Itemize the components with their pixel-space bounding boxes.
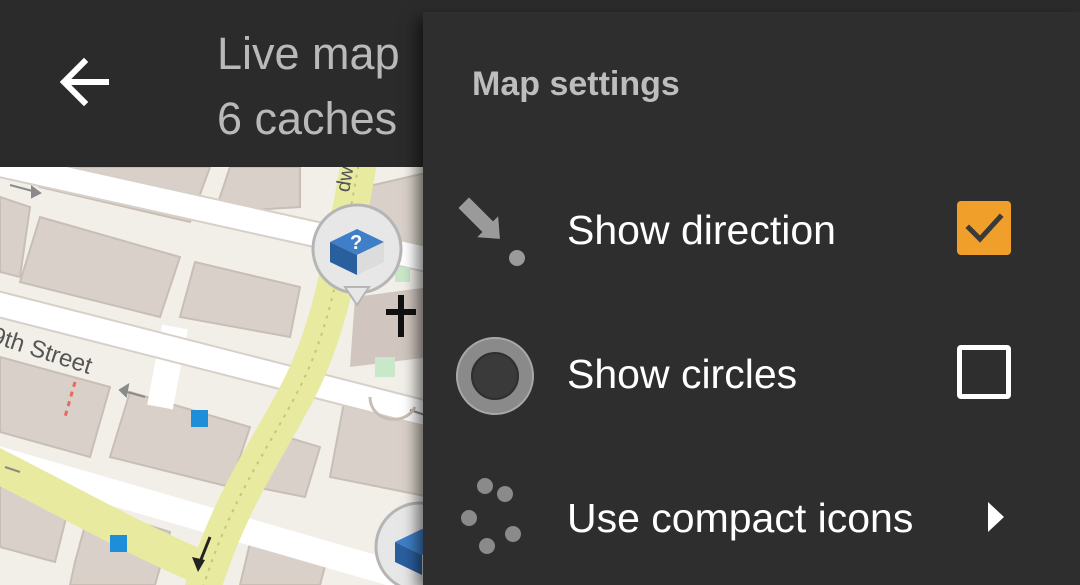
menu-item-label: Show direction	[567, 206, 836, 253]
menu-item-label: Show circles	[567, 350, 798, 397]
menu-item-show-direction[interactable]: Show direction	[423, 165, 1080, 295]
title-block: Live map 6 caches	[217, 26, 400, 150]
compact-dots-icon	[461, 478, 521, 554]
direction-icon	[455, 194, 527, 268]
map-canvas[interactable]: dw 9th Street ?	[0, 167, 430, 585]
show-direction-checkbox[interactable]	[957, 201, 1011, 255]
menu-title: Map settings	[472, 65, 680, 103]
chevron-right-icon	[988, 502, 1004, 532]
back-button[interactable]	[44, 42, 124, 122]
menu-item-show-circles[interactable]: Show circles	[423, 309, 1080, 439]
page-title: Live map	[217, 28, 400, 79]
menu-item-label: Use compact icons	[567, 494, 914, 541]
map-view[interactable]: dw 9th Street ?	[0, 167, 430, 585]
svg-text:?: ?	[350, 232, 362, 254]
checkmark-icon	[965, 213, 1004, 243]
map-settings-menu: Map settings Show direction Show circles	[423, 12, 1080, 585]
map-street-label-partial: dw	[332, 167, 358, 194]
circle-icon	[456, 337, 534, 415]
arrow-left-icon	[59, 57, 109, 107]
page-subtitle: 6 caches	[217, 93, 398, 144]
show-circles-checkbox[interactable]	[957, 345, 1011, 399]
menu-item-compact-icons[interactable]: Use compact icons	[423, 453, 1080, 583]
